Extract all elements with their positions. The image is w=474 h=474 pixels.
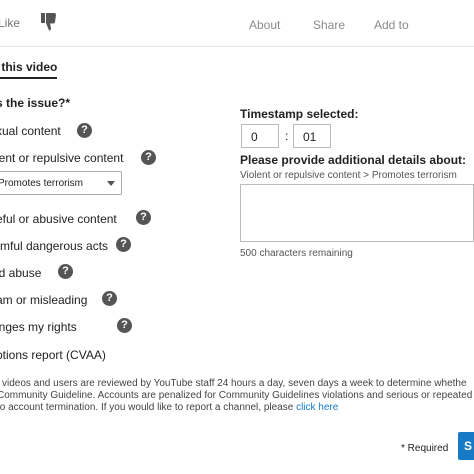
review-notice-text: to account termination. If you would lik… — [0, 402, 294, 413]
violent-subcategory-select[interactable]: Promotes terrorism — [0, 171, 122, 195]
option-infringes-rights[interactable]: inges my rights — [0, 320, 77, 334]
review-notice-line: to account termination. If you would lik… — [0, 402, 474, 414]
help-icon[interactable]: ? — [136, 210, 151, 225]
help-icon[interactable]: ? — [77, 123, 92, 138]
help-icon[interactable]: ? — [141, 150, 156, 165]
timestamp-label: Timestamp selected: — [240, 107, 359, 121]
required-note: * Required — [401, 443, 449, 454]
help-icon[interactable]: ? — [116, 237, 131, 252]
option-child-abuse[interactable]: ld abuse — [0, 266, 41, 280]
option-sexual-content[interactable]: xual content — [0, 124, 61, 138]
details-label: Please provide additional details about: — [240, 153, 467, 167]
details-textarea[interactable] — [240, 184, 474, 242]
top-action-bar: Like About Share Add to — [0, 0, 474, 47]
option-harmful-acts[interactable]: rmful dangerous acts — [0, 239, 108, 253]
issue-question: s the issue?* — [0, 96, 71, 110]
option-hateful-content[interactable]: eful or abusive content — [0, 212, 117, 226]
chevron-down-icon — [107, 181, 115, 186]
review-notice-line: Community Guideline. Accounts are penali… — [0, 390, 473, 401]
help-icon[interactable]: ? — [102, 291, 117, 306]
report-channel-link[interactable]: click here — [296, 402, 338, 413]
select-value: Promotes terrorism — [0, 178, 84, 189]
timestamp-minutes-input[interactable]: 0 — [241, 124, 279, 148]
review-notice-line: l videos and users are reviewed by YouTu… — [0, 378, 467, 389]
tab-share[interactable]: Share — [313, 18, 345, 32]
thumbs-down-icon[interactable] — [41, 13, 57, 31]
option-captions-report[interactable]: ptions report (CVAA) — [0, 348, 106, 362]
option-spam[interactable]: am or misleading — [0, 293, 87, 307]
review-notice: l videos and users are reviewed by YouTu… — [0, 378, 474, 414]
help-icon[interactable]: ? — [117, 318, 132, 333]
timestamp-seconds-input[interactable]: 01 — [293, 124, 331, 148]
category-path: Violent or repulsive content > Promotes … — [240, 170, 457, 181]
option-violent-content[interactable]: lent or repulsive content — [0, 151, 123, 165]
help-icon[interactable]: ? — [58, 264, 73, 279]
report-tab-heading: t this video — [0, 60, 58, 79]
characters-remaining: 500 characters remaining — [240, 248, 353, 259]
tab-about[interactable]: About — [249, 18, 280, 32]
like-button-label[interactable]: Like — [0, 16, 20, 30]
timestamp-separator: : — [285, 129, 289, 143]
submit-button[interactable]: S — [458, 432, 474, 460]
tab-add-to[interactable]: Add to — [374, 18, 409, 32]
